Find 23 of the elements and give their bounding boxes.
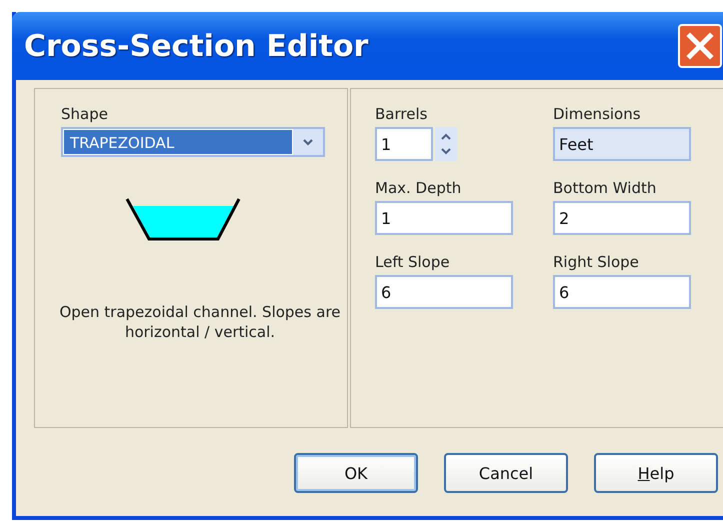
dialog-button[interactable]: OK [294,453,418,493]
field-label: Barrels [375,105,428,123]
shape-label: Shape [61,105,109,123]
spin-input-field[interactable]: 1 [375,127,433,161]
dialog-button[interactable]: Help [594,453,718,493]
close-button[interactable] [678,24,722,68]
dialog-button[interactable]: Cancel [444,453,568,493]
field-label: Bottom Width [553,179,658,197]
field-label: Right Slope [553,253,640,271]
input-field[interactable]: 6 [553,275,691,309]
input-field[interactable]: 6 [375,275,513,309]
readonly-field: Feet [553,127,691,161]
shape-dropdown[interactable]: TRAPEZOIDAL [61,127,325,157]
spin-buttons[interactable] [435,127,457,161]
chevron-down-icon [302,138,314,146]
input-field[interactable]: 2 [553,201,691,235]
field-label: Dimensions [553,105,642,123]
dropdown-button[interactable] [293,129,323,155]
shape-description: Open trapezoidal channel. Slopes are horizontal / vertical. [58,302,342,342]
window-title: Cross-Section Editor [24,28,370,64]
input-field[interactable]: 1 [375,201,513,235]
field-label: Max. Depth [375,179,462,197]
field-label: Left Slope [375,253,451,271]
